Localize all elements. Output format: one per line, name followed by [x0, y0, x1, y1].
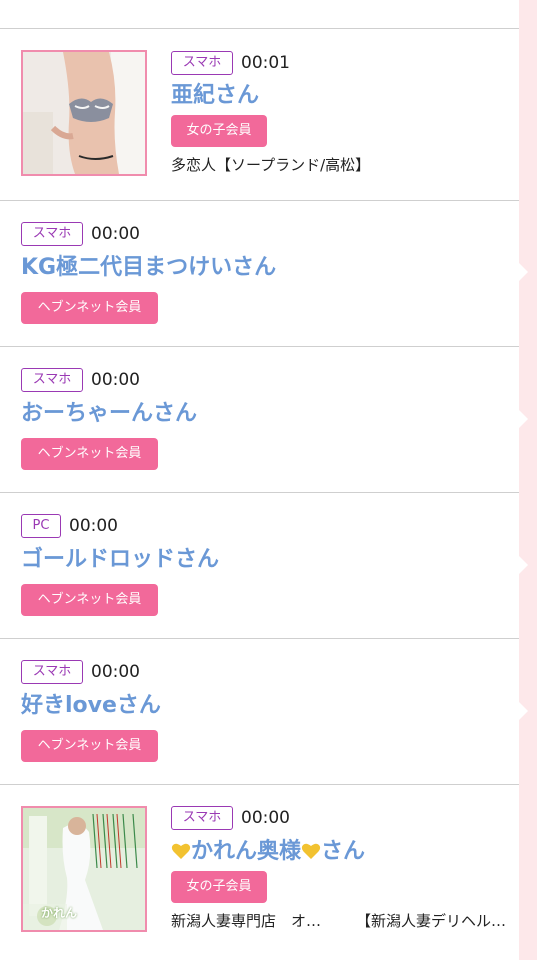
device-tag: スマホ — [21, 222, 83, 246]
member-name[interactable]: おーちゃーんさん — [21, 399, 197, 429]
member-type-badge: ヘブンネット会員 — [21, 438, 158, 470]
list-item[interactable]: スマホ 00:00 KG極二代目まつけいさん ヘブンネット会員 — [0, 201, 519, 347]
list-item[interactable]: スマホ 00:01 亜紀さん 女の子会員 多恋人【ソープランド/高松】 — [0, 29, 519, 201]
shop-category[interactable]: 【新潟人妻デリヘル… — [356, 910, 506, 932]
yellow-heart-icon — [171, 843, 191, 859]
list-item-partial — [0, 0, 519, 29]
member-name[interactable]: ゴールドロッドさん — [21, 545, 219, 575]
member-name[interactable]: かれん奥様 さん — [171, 837, 365, 867]
member-name-text: かれん奥様 — [191, 839, 302, 864]
list-item[interactable]: スマホ 00:00 おーちゃーんさん ヘブンネット会員 — [0, 347, 519, 493]
login-time: 00:00 — [91, 224, 140, 244]
yellow-heart-icon — [301, 843, 321, 859]
device-tag: スマホ — [171, 51, 233, 75]
member-type-badge: ヘブンネット会員 — [21, 584, 158, 616]
row-pointer — [519, 263, 528, 281]
photo-caption: かれん — [41, 906, 78, 920]
member-name[interactable]: KG極二代目まつけいさん — [21, 253, 276, 283]
member-name[interactable]: 好きloveさん — [21, 691, 161, 721]
login-time: 00:00 — [241, 808, 290, 828]
device-tag: スマホ — [21, 660, 83, 684]
row-pointer — [519, 702, 528, 720]
login-time: 00:00 — [91, 662, 140, 682]
member-type-badge: ヘブンネット会員 — [21, 730, 158, 762]
list-item[interactable]: スマホ 00:00 好きloveさん ヘブンネット会員 — [0, 639, 519, 785]
login-time: 00:00 — [91, 370, 140, 390]
row-pointer — [519, 410, 528, 428]
login-time: 00:01 — [241, 53, 290, 73]
member-photo[interactable]: かれん — [21, 806, 147, 932]
member-type-badge: 女の子会員 — [171, 115, 267, 147]
login-time: 00:00 — [69, 516, 118, 536]
device-tag: スマホ — [171, 806, 233, 830]
row-pointer — [519, 556, 528, 574]
member-list: スマホ 00:01 亜紀さん 女の子会員 多恋人【ソープランド/高松】 スマホ … — [0, 0, 519, 960]
list-item[interactable]: PC 00:00 ゴールドロッドさん ヘブンネット会員 — [0, 493, 519, 639]
shop-name[interactable]: 新潟人妻専門店 オ… — [171, 910, 321, 932]
member-type-badge: ヘブンネット会員 — [21, 292, 158, 324]
member-name[interactable]: 亜紀さん — [171, 81, 259, 111]
scroll-index-strip — [519, 0, 537, 960]
member-name-suffix: さん — [321, 839, 366, 864]
list-item[interactable]: かれん スマホ 00:00 かれん奥様 さん 女の子会員 新潟人妻専門店 オ… 【… — [0, 785, 519, 960]
shop-name[interactable]: 多恋人【ソープランド/高松】 — [171, 154, 370, 176]
member-type-badge: 女の子会員 — [171, 871, 267, 903]
device-tag: スマホ — [21, 368, 83, 392]
member-photo[interactable] — [21, 50, 147, 176]
device-tag: PC — [21, 514, 61, 538]
